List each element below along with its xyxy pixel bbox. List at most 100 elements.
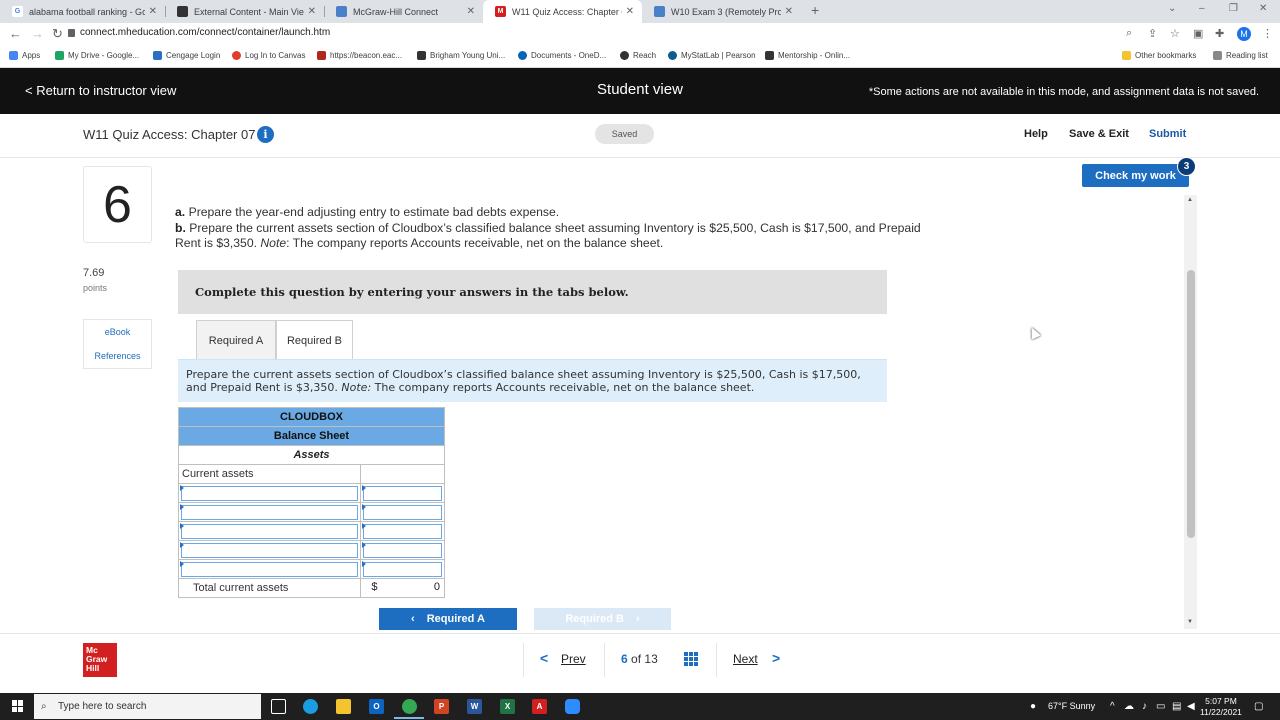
close-icon[interactable]: ✕ xyxy=(626,6,634,17)
references-link[interactable]: References xyxy=(84,344,151,368)
close-icon[interactable]: ✕ xyxy=(467,6,475,17)
saved-status-badge: Saved xyxy=(595,124,654,144)
powerpoint-icon[interactable]: P xyxy=(434,699,449,714)
close-icon[interactable]: ✕ xyxy=(785,6,793,17)
network-icon[interactable]: ▭ xyxy=(1156,701,1165,712)
question-grid-icon[interactable] xyxy=(684,652,698,666)
tab-label: W11 Quiz Access: Chapter 07 xyxy=(512,6,622,17)
info-icon[interactable]: i xyxy=(257,126,274,143)
onedrive-icon xyxy=(518,51,527,60)
next-tab-button[interactable]: Required B › xyxy=(534,608,671,630)
amount-input[interactable] xyxy=(360,483,445,503)
taskbar-search-input[interactable]: Type here to search xyxy=(34,694,261,719)
bookmark-item[interactable]: Reach xyxy=(620,51,656,60)
notifications-icon[interactable]: ▢ xyxy=(1254,701,1263,712)
reading-list[interactable]: Reading list xyxy=(1213,51,1268,60)
amount-input[interactable] xyxy=(360,540,445,560)
account-dropdown[interactable] xyxy=(177,502,362,522)
tab-search-icon[interactable]: ⌄ xyxy=(1168,3,1176,14)
input-marker-icon xyxy=(362,504,367,510)
close-icon[interactable]: ✕ xyxy=(149,6,157,17)
return-to-instructor-link[interactable]: < Return to instructor view xyxy=(25,83,176,98)
ebook-link[interactable]: eBook xyxy=(84,320,151,344)
windows-start-icon[interactable] xyxy=(12,700,24,712)
bookmark-item[interactable]: Brigham Young Uni... xyxy=(417,51,505,60)
star-icon[interactable]: ☆ xyxy=(1170,27,1180,40)
pager-divider xyxy=(716,643,717,677)
word-icon[interactable]: W xyxy=(467,699,482,714)
forward-icon[interactable]: → xyxy=(31,26,44,41)
amount-input[interactable] xyxy=(360,502,445,522)
scrollbar-thumb[interactable] xyxy=(1187,270,1195,538)
close-icon[interactable]: ✕ xyxy=(308,6,316,17)
extension-icon[interactable]: ▣ xyxy=(1193,27,1203,40)
help-button[interactable]: Help xyxy=(1024,128,1048,140)
next-question-link[interactable]: Next xyxy=(733,652,758,666)
task-view-icon[interactable] xyxy=(271,699,286,714)
connect-icon xyxy=(336,6,347,17)
window-close-icon[interactable]: ✕ xyxy=(1259,3,1267,14)
zoom-icon[interactable] xyxy=(565,699,580,714)
dropdown-marker-icon xyxy=(180,542,184,548)
submit-button[interactable]: Submit xyxy=(1149,128,1186,140)
menu-icon[interactable]: ⋮ xyxy=(1262,27,1273,40)
account-dropdown[interactable] xyxy=(177,483,362,503)
excel-icon[interactable]: X xyxy=(500,699,515,714)
account-dropdown[interactable] xyxy=(177,559,362,579)
bookmark-item[interactable]: Log In to Canvas xyxy=(232,51,305,60)
browser-tab[interactable]: W10 Exam 3 (Remotely Proctore ✕ xyxy=(642,0,801,23)
scroll-up-icon[interactable]: ▲ xyxy=(1187,197,1193,203)
bookmark-item[interactable]: Documents - OneD... xyxy=(518,51,606,60)
check-my-work-button[interactable]: Check my work xyxy=(1082,164,1189,187)
browser-tab[interactable]: External Content - Main View | C ✕ xyxy=(165,0,324,23)
part-b: b. Prepare the current assets section of… xyxy=(175,220,921,251)
tray-chevron-icon[interactable]: ^ xyxy=(1110,701,1115,712)
weather-text[interactable]: 67°F Sunny xyxy=(1048,701,1095,711)
url-field[interactable]: connect.mheducation.com/connect/containe… xyxy=(80,27,330,38)
tab-required-b[interactable]: Required B xyxy=(276,320,353,360)
other-bookmarks[interactable]: Other bookmarks xyxy=(1122,51,1196,60)
bookmark-item[interactable]: https://beacon.eac... xyxy=(317,51,402,60)
puzzle-icon[interactable]: ✚ xyxy=(1215,27,1224,40)
save-exit-button[interactable]: Save & Exit xyxy=(1069,128,1129,140)
account-dropdown[interactable] xyxy=(177,521,362,541)
amount-input[interactable] xyxy=(360,559,445,579)
question-prompt: a. Prepare the year-end adjusting entry … xyxy=(175,205,945,252)
back-icon[interactable]: ← xyxy=(9,26,22,41)
weather-icon: ● xyxy=(1030,701,1037,712)
zoom-icon[interactable]: ⌕ xyxy=(1126,27,1132,40)
bookmark-item[interactable]: Mentorship - Onlin... xyxy=(765,51,850,60)
acrobat-icon[interactable]: A xyxy=(532,699,547,714)
bookmark-item[interactable]: Cengage Login xyxy=(153,51,220,60)
tab-required-a[interactable]: Required A xyxy=(196,320,276,360)
amount-input[interactable] xyxy=(360,521,445,541)
browser-tab[interactable]: McGraw-Hill Connect ✕ xyxy=(324,0,483,23)
edge-icon[interactable] xyxy=(303,699,318,714)
bookmark-item[interactable]: MyStatLab | Pearson xyxy=(668,51,756,60)
file-explorer-icon[interactable] xyxy=(336,699,351,714)
chevron-left-icon[interactable]: < xyxy=(540,650,548,666)
new-tab-icon[interactable]: + xyxy=(811,2,819,18)
taskbar-clock[interactable]: 5:07 PM 11/22/2021 xyxy=(1200,696,1242,718)
microphone-icon[interactable]: ♪ xyxy=(1142,701,1147,712)
bookmark-apps[interactable]: Apps xyxy=(9,51,40,60)
maximize-icon[interactable]: ❐ xyxy=(1229,3,1238,14)
prev-question-link[interactable]: Prev xyxy=(561,652,586,666)
volume-icon[interactable]: ◀ xyxy=(1187,701,1195,712)
chrome-icon[interactable] xyxy=(402,699,417,714)
onedrive-tray-icon[interactable]: ☁ xyxy=(1124,701,1134,712)
reach-icon xyxy=(620,51,629,60)
keyboard-icon[interactable]: ▤ xyxy=(1172,701,1181,712)
reload-icon[interactable]: ↻ xyxy=(52,26,63,42)
scroll-down-icon[interactable]: ▼ xyxy=(1187,619,1193,625)
account-dropdown[interactable] xyxy=(177,540,362,560)
minimize-icon[interactable]: – xyxy=(1199,3,1205,14)
chevron-right-icon[interactable]: > xyxy=(772,650,780,666)
outlook-icon[interactable]: O xyxy=(369,699,384,714)
browser-tab[interactable]: G alabama football ranking - Goog ✕ xyxy=(0,0,165,23)
share-icon[interactable]: ⇪ xyxy=(1148,27,1157,40)
prev-tab-button[interactable]: ‹ Required A xyxy=(379,608,517,630)
browser-tab-active[interactable]: M W11 Quiz Access: Chapter 07 ✕ xyxy=(483,0,642,23)
profile-avatar[interactable]: M xyxy=(1237,27,1251,41)
bookmark-item[interactable]: My Drive - Google... xyxy=(55,51,139,60)
